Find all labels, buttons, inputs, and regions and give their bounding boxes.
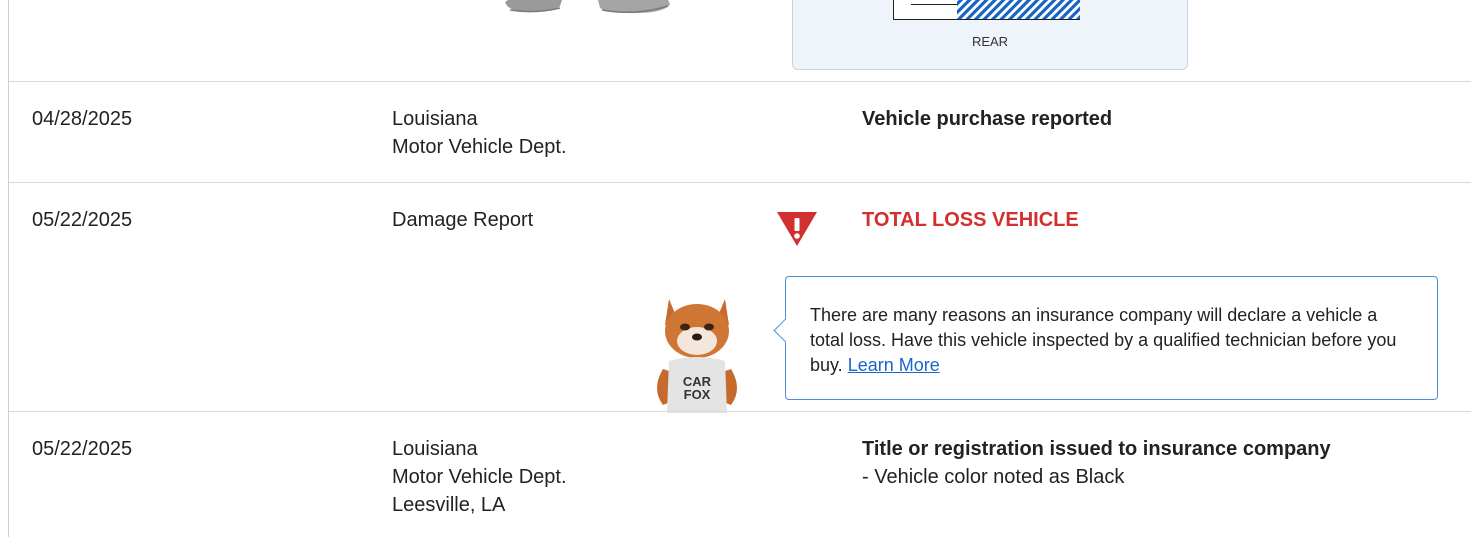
mascot-shirt-line-2: FOX [684,387,711,402]
row-detail: Title or registration issued to insuranc… [862,435,1331,491]
total-loss-title: TOTAL LOSS VEHICLE [862,209,1079,231]
row-detail-title: Vehicle purchase reported [862,108,1113,130]
carfox-mascot: CAR FOX [657,299,737,413]
row-detail-title: Title or registration issued to insuranc… [862,438,1331,460]
diagram-label-rear: REAR [971,34,1009,49]
row-date: 05/22/2025 [32,438,133,460]
row-source: Louisiana Motor Vehicle Dept. [392,108,567,158]
diagram-vehicle-outline [893,0,1080,20]
history-row: 05/22/2025 Louisiana Motor Vehicle Dept.… [9,411,1471,537]
total-loss-tooltip: There are many reasons an insurance comp… [785,276,1438,400]
shoes-image [505,0,670,14]
damage-diagram: REAR [792,0,1188,70]
learn-more-link[interactable]: Learn More [848,355,940,375]
warning-triangle-icon [777,212,817,246]
row-detail-note: - Vehicle color noted as Black [862,466,1125,488]
diagram-damage-area [957,0,1080,19]
row-date: 04/28/2025 [32,108,133,130]
history-row-total-loss: 05/22/2025 Damage Report TOTAL LOSS VEHI… [9,182,1471,413]
row-source: Louisiana Motor Vehicle Dept. Leesville,… [392,438,567,516]
row-date: 05/22/2025 [32,209,133,231]
row-source: Damage Report [392,209,534,231]
history-row: 04/28/2025 Louisiana Motor Vehicle Dept.… [9,81,1471,183]
